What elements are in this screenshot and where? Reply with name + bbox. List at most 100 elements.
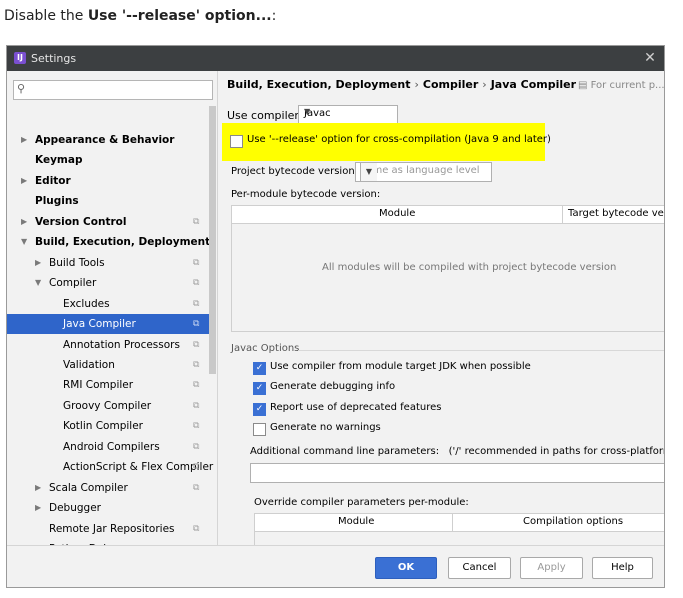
sidebar-item-label: Compiler (49, 277, 97, 290)
override-params-table[interactable]: Module Compilation options (254, 513, 664, 545)
chevron-down-icon[interactable]: ▼ (21, 232, 31, 252)
override-params-label: Override compiler parameters per-module: (254, 497, 469, 508)
sidebar-item[interactable]: Annotation Processors ⧉ (7, 335, 209, 355)
empty-table-text: All modules will be compiled with projec… (322, 262, 617, 273)
sidebar-item[interactable]: Kotlin Compiler ⧉ (7, 416, 209, 436)
chevron-down-icon: ▼ (304, 107, 311, 116)
sidebar-item-label: Annotation Processors (63, 338, 180, 351)
breadcrumb-item: Build, Execution, Deployment (227, 78, 411, 91)
chevron-right-icon[interactable]: ▶ (21, 171, 31, 191)
javac-option-checkbox[interactable] (253, 423, 266, 436)
sidebar-item[interactable]: Plugins (7, 191, 209, 211)
chevron-right-icon[interactable]: ▶ (21, 130, 31, 150)
instruction-text: Disable the Use '--release' option...: (4, 8, 277, 24)
sidebar-item[interactable]: Groovy Compiler ⧉ (7, 396, 209, 416)
sidebar-item[interactable]: Android Compilers ⧉ (7, 437, 209, 457)
javac-option-label[interactable]: Generate debugging info (270, 381, 395, 392)
cancel-button[interactable]: Cancel (448, 557, 511, 579)
column-module[interactable]: Module (379, 208, 415, 219)
sidebar-item-label: Kotlin Compiler (63, 420, 143, 433)
sidebar-item-label: Appearance & Behavior (35, 134, 175, 146)
sidebar-item[interactable]: ▶ Version Control ⧉ (7, 212, 209, 232)
sidebar-item[interactable]: ▶ Build Tools ⧉ (7, 253, 209, 273)
sidebar-item[interactable]: Validation ⧉ (7, 355, 209, 375)
bytecode-version-dropdown[interactable]: Same as language level ▼ (355, 162, 492, 182)
chevron-down-icon: ▼ (360, 163, 377, 181)
sidebar-item[interactable]: ▶ Appearance & Behavior (7, 130, 209, 150)
column-divider[interactable] (562, 206, 563, 223)
sidebar-item-label: RMI Compiler (63, 379, 134, 392)
chevron-down-icon[interactable]: ▼ (35, 273, 45, 293)
sidebar-scrollbar[interactable] (209, 106, 216, 374)
release-option-label[interactable]: Use '--release' option for cross-compila… (247, 134, 551, 145)
chevron-right-icon[interactable]: ▶ (35, 478, 45, 498)
sidebar-item[interactable]: ▶ Debugger (7, 498, 209, 518)
for-current-project-label: ▤ For current p... (578, 80, 665, 91)
javac-option-checkbox[interactable]: ✓ (253, 382, 266, 395)
per-module-label: Per-module bytecode version: (231, 189, 381, 200)
sidebar-item-selected[interactable]: Java Compiler ⧉ (7, 314, 209, 335)
additional-params-label: Additional command line parameters: ('/'… (250, 446, 664, 457)
sidebar-item[interactable]: Keymap (7, 150, 209, 170)
release-option-checkbox[interactable] (230, 135, 243, 148)
close-icon[interactable]: ✕ (642, 49, 658, 67)
sidebar-item-label: Version Control (35, 215, 127, 228)
sidebar-item[interactable]: Remote Jar Repositories ⧉ (7, 519, 209, 539)
javac-option-checkbox[interactable]: ✓ (253, 403, 266, 416)
sidebar-item-label: Debugger (49, 502, 101, 515)
column-divider[interactable] (452, 514, 453, 531)
sidebar-item-label: Build Tools (49, 256, 105, 269)
sidebar-item[interactable]: ▶ Scala Compiler ⧉ (7, 478, 209, 498)
sidebar-item-label: Excludes (63, 297, 110, 310)
breadcrumb-item: Compiler (422, 78, 479, 91)
apply-button[interactable]: Apply (520, 557, 583, 579)
table-header: Module Compilation options (255, 514, 664, 532)
sidebar-item[interactable]: ▼ Compiler ⧉ (7, 273, 209, 293)
javac-option-checkbox[interactable]: ✓ (253, 362, 266, 375)
ok-button[interactable]: OK (375, 557, 437, 579)
dialog-footer: OK Cancel Apply Help (7, 545, 664, 587)
sidebar-item-label: Android Compilers (63, 440, 160, 453)
sidebar-item[interactable]: ActionScript & Flex Compiler ⧉ (7, 457, 213, 477)
project-scope-icon: ⧉ (193, 278, 200, 289)
sidebar-item-label: Plugins (35, 195, 79, 208)
project-icon: ▤ (578, 80, 591, 91)
javac-option-label[interactable]: Generate no warnings (270, 422, 381, 433)
column-module[interactable]: Module (338, 516, 374, 527)
project-scope-icon: ⧉ (193, 421, 200, 432)
settings-sidebar: ⚲ ▶ Appearance & Behavior Keymap ▶ Editor Plu… (7, 71, 216, 545)
sidebar-item-label: Editor (35, 174, 71, 187)
project-scope-icon: ⧉ (193, 359, 200, 370)
compiler-dropdown[interactable]: Javac ▼ (298, 105, 398, 125)
sidebar-item-label: Java Compiler (63, 318, 136, 331)
breadcrumb-separator: › (482, 78, 487, 91)
sidebar-item[interactable]: ▶ Editor (7, 171, 209, 191)
chevron-right-icon[interactable]: ▶ (35, 253, 45, 273)
title-bar: IJ Settings ✕ (7, 46, 664, 71)
chevron-right-icon[interactable]: ▶ (35, 498, 45, 518)
bytecode-version-value: Same as language level (360, 165, 480, 176)
project-scope-icon: ⧉ (193, 298, 200, 309)
chevron-right-icon[interactable]: ▶ (21, 212, 31, 232)
project-scope-icon: ⧉ (193, 462, 200, 473)
project-scope-icon: ⧉ (193, 339, 200, 350)
sidebar-item[interactable]: Excludes ⧉ (7, 294, 209, 314)
search-icon: ⚲ (17, 82, 26, 95)
column-compilation-options[interactable]: Compilation options (523, 516, 623, 527)
sidebar-item[interactable]: RMI Compiler ⧉ (7, 375, 209, 395)
javac-option-label[interactable]: Report use of deprecated features (270, 402, 441, 413)
sidebar-item[interactable]: ▼ Build, Execution, Deployment (7, 232, 210, 252)
column-target-bytecode[interactable]: Target bytecode versio (568, 208, 664, 219)
javac-option-label[interactable]: Use compiler from module target JDK when… (270, 361, 531, 372)
project-scope-icon: ⧉ (193, 441, 200, 452)
sidebar-item-label: Scala Compiler (49, 481, 128, 494)
settings-content: Build, Execution, Deployment › Compiler › Ja… (217, 71, 665, 545)
breadcrumb-item: Java Compiler (490, 78, 577, 91)
project-scope-icon: ⧉ (193, 482, 200, 493)
project-scope-icon: ⧉ (193, 380, 200, 391)
per-module-table[interactable]: Module Target bytecode versio All module… (231, 205, 664, 332)
search-input[interactable]: ⚲ (13, 80, 213, 100)
additional-params-input[interactable] (250, 463, 664, 483)
javac-options-heading: Javac Options (231, 343, 300, 354)
help-button[interactable]: Help (592, 557, 653, 579)
